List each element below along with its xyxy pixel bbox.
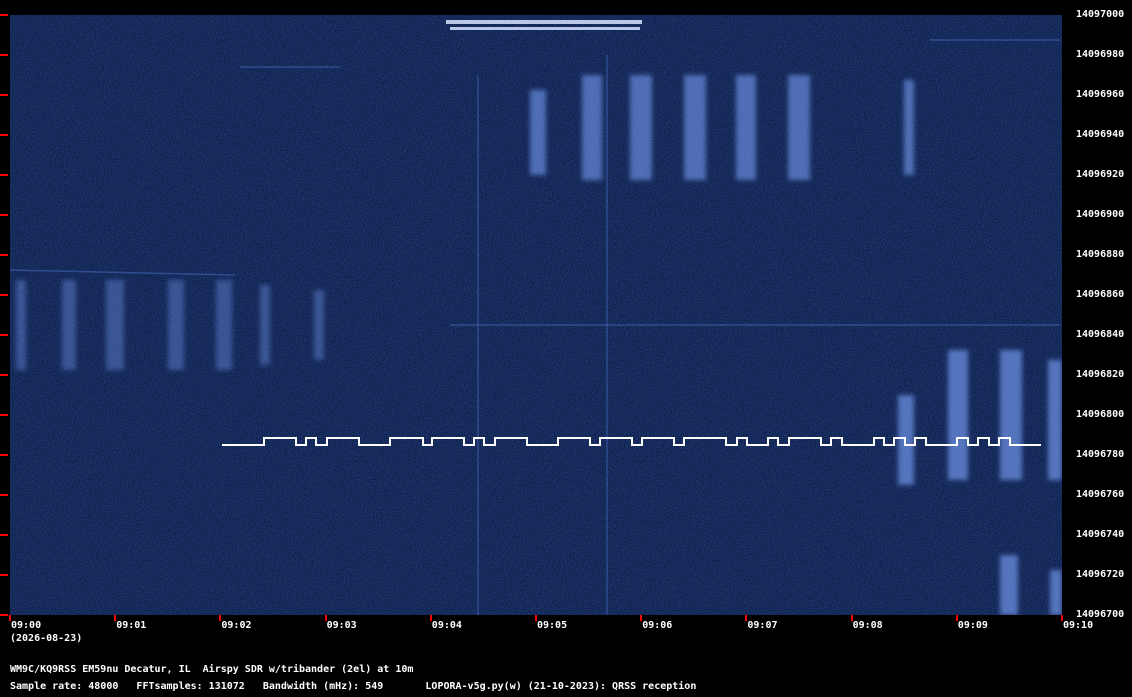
time-label: 09:08 <box>852 620 883 631</box>
time-label: 09:02 <box>221 620 252 631</box>
frequency-tick <box>0 334 8 336</box>
frequency-label: 14097000 <box>1076 9 1125 20</box>
frequency-label: 14096980 <box>1076 49 1125 60</box>
frequency-tick <box>0 14 8 16</box>
time-tick <box>535 615 537 621</box>
time-label: 09:07 <box>747 620 778 631</box>
frequency-tick <box>0 414 8 416</box>
frequency-label: 14096740 <box>1076 529 1125 540</box>
frequency-label: 14096720 <box>1076 569 1125 580</box>
time-label: 09:10 <box>1063 620 1094 631</box>
time-tick <box>1061 615 1063 621</box>
time-tick <box>114 615 117 621</box>
time-tick <box>429 615 432 621</box>
time-tick <box>219 615 222 621</box>
frequency-tick <box>0 174 8 176</box>
date-label: (2026-08-23) <box>10 633 83 644</box>
frequency-label: 14096900 <box>1076 209 1125 220</box>
frequency-label: 14096840 <box>1076 329 1125 340</box>
station-info-text: WM9C/KQ9RSS EM59nu Decatur, IL Airspy SD… <box>10 664 414 675</box>
waterfall-spectrogram <box>10 15 1062 615</box>
frequency-label: 14096820 <box>1076 369 1125 380</box>
time-label: 09:04 <box>431 620 462 631</box>
time-label: 09:00 <box>11 620 42 631</box>
time-label: 09:03 <box>326 620 357 631</box>
frequency-label: 14096920 <box>1076 169 1125 180</box>
receiver-settings-text: Sample rate: 48000 FFTsamples: 131072 Ba… <box>10 681 697 692</box>
time-label: 09:06 <box>642 620 673 631</box>
frequency-tick <box>0 134 8 136</box>
frequency-label: 14096800 <box>1076 409 1125 420</box>
time-tick <box>955 615 958 621</box>
frequency-tick <box>0 614 8 616</box>
time-label: 09:05 <box>537 620 568 631</box>
frequency-tick <box>0 534 8 536</box>
frequency-tick <box>0 54 8 56</box>
frequency-tick <box>0 294 8 296</box>
frequency-tick <box>0 214 8 216</box>
time-label: 09:09 <box>957 620 988 631</box>
frequency-tick <box>0 94 8 96</box>
frequency-tick <box>0 574 8 576</box>
frequency-tick <box>0 374 8 376</box>
time-tick <box>9 615 11 621</box>
time-tick <box>745 615 748 621</box>
frequency-label: 14096780 <box>1076 449 1125 460</box>
frequency-label: 14096940 <box>1076 129 1125 140</box>
time-tick <box>640 615 643 621</box>
frequency-label: 14096860 <box>1076 289 1125 300</box>
time-tick <box>850 615 853 621</box>
frequency-label: 14096880 <box>1076 249 1125 260</box>
frequency-label: 14096960 <box>1076 89 1125 100</box>
frequency-tick <box>0 454 8 456</box>
frequency-tick <box>0 254 8 256</box>
frequency-tick <box>0 494 8 496</box>
frequency-label: 14096760 <box>1076 489 1125 500</box>
time-tick <box>324 615 327 621</box>
time-label: 09:01 <box>116 620 147 631</box>
